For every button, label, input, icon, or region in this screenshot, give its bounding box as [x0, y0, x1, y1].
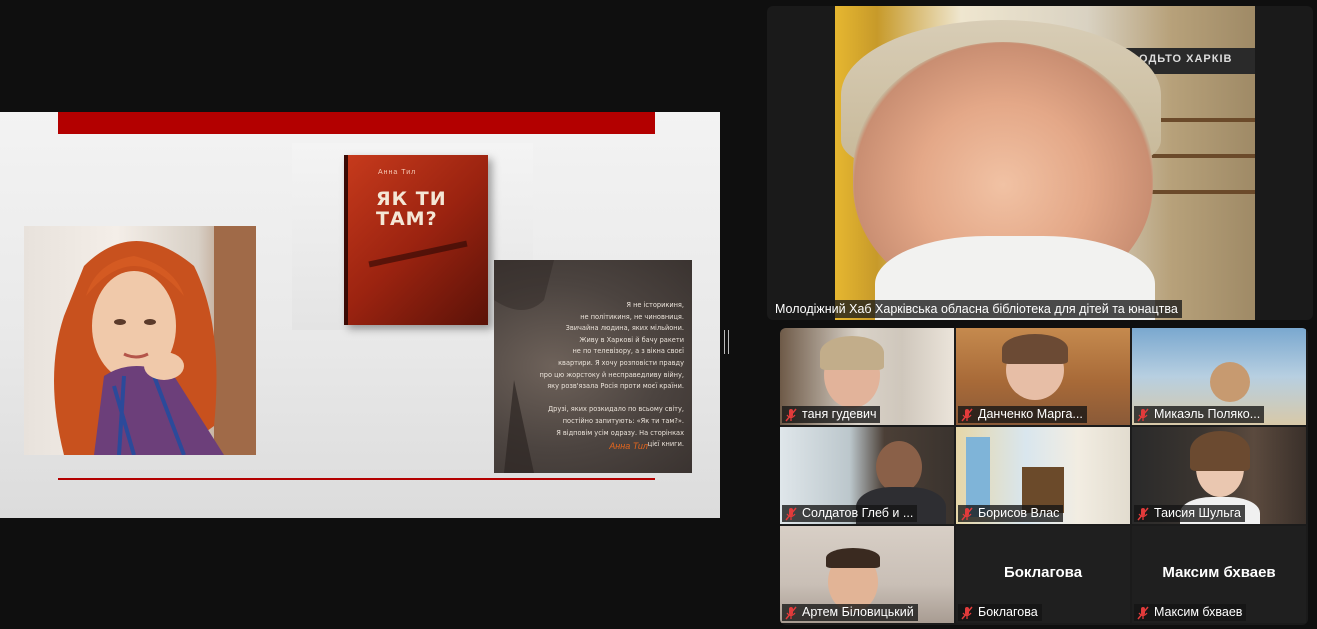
participant-tile[interactable]: Боклагова Боклагова	[956, 526, 1130, 623]
speaker-video: ХОСТ ОДЬТО ХАРКІВ	[835, 6, 1255, 320]
participant-label: Артем Біловицький	[782, 604, 918, 621]
back-cover-signature: Анна Тил	[609, 441, 648, 451]
participant-name: таня гудевич	[802, 407, 877, 421]
participant-name: Максим бхваев	[1154, 605, 1243, 619]
participant-label: таня гудевич	[782, 406, 881, 423]
participant-hair	[826, 548, 880, 568]
participant-label: Боклагова	[958, 604, 1042, 621]
participant-tile[interactable]: Максим бхваев Максим бхваев	[1132, 526, 1306, 623]
participant-tile[interactable]: таня гудевич	[780, 328, 954, 425]
speaker-name: Молодіжний Хаб Харківська обласна бібліо…	[771, 300, 1182, 318]
participant-label: Микаэль Поляко...	[1134, 406, 1265, 423]
participant-name: Артем Біловицький	[802, 605, 914, 619]
participant-grid: таня гудевич Данченко Марга... Микаэль П…	[780, 328, 1308, 625]
microphone-muted-icon	[1137, 507, 1149, 520]
microphone-muted-icon	[785, 606, 797, 619]
slide-header-bar	[58, 112, 655, 134]
participant-name: Боклагова	[978, 605, 1038, 619]
participant-label: Таисия Шульга	[1134, 505, 1245, 522]
participant-tile[interactable]: Таисия Шульга	[1132, 427, 1306, 524]
panel-resize-handle[interactable]	[724, 330, 729, 354]
participant-face	[876, 441, 922, 493]
participant-tile[interactable]: Борисов Влас	[956, 427, 1130, 524]
book-author: Анна Тил	[378, 169, 417, 176]
microphone-muted-icon	[961, 408, 973, 421]
participant-tile[interactable]: Солдатов Глеб и ...	[780, 427, 954, 524]
participant-label: Солдатов Глеб и ...	[782, 505, 918, 522]
microphone-muted-icon	[961, 507, 973, 520]
book: Анна Тил ЯК ТИ ТАМ?	[344, 155, 488, 325]
participant-tile[interactable]: Данченко Марга...	[956, 328, 1130, 425]
participant-name: Данченко Марга...	[978, 407, 1083, 421]
microphone-muted-icon	[785, 408, 797, 421]
participant-tile[interactable]: Микаэль Поляко...	[1132, 328, 1306, 425]
participant-name: Таисия Шульга	[1154, 506, 1241, 520]
microphone-muted-icon	[785, 507, 797, 520]
participant-name: Солдатов Глеб и ...	[802, 506, 914, 520]
participant-label: Борисов Влас	[958, 505, 1064, 522]
participant-name: Микаэль Поляко...	[1154, 407, 1261, 421]
participant-face	[1210, 362, 1250, 402]
participant-label: Максим бхваев	[1134, 604, 1247, 621]
microphone-muted-icon	[1137, 606, 1149, 619]
book-title: ЯК ТИ ТАМ?	[376, 188, 447, 230]
participant-display-name: Боклагова	[1003, 564, 1083, 581]
participant-name: Борисов Влас	[978, 506, 1060, 520]
participant-hair	[820, 336, 884, 370]
active-speaker-tile[interactable]: ХОСТ ОДЬТО ХАРКІВ Молодіжний Хаб Харківс…	[767, 6, 1313, 320]
shared-screen: Анна Тил ЯК ТИ ТАМ? Я не історикиня, не …	[0, 112, 720, 518]
participant-hair	[1002, 334, 1068, 364]
participant-display-name: Максим бхваев	[1162, 564, 1276, 581]
book-back-cover: Я не історикиня, не політикиня, не чинов…	[494, 260, 692, 473]
microphone-muted-icon	[1137, 408, 1149, 421]
back-cover-quote: Я не історикиня, не політикиня, не чинов…	[539, 301, 684, 449]
author-photo	[24, 226, 256, 455]
slide-footer-line	[58, 478, 655, 480]
book-streak	[368, 240, 468, 268]
participant-tile[interactable]: Артем Біловицький	[780, 526, 954, 623]
participant-hair	[1190, 431, 1250, 471]
participant-label: Данченко Марга...	[958, 406, 1087, 423]
microphone-muted-icon	[961, 606, 973, 619]
